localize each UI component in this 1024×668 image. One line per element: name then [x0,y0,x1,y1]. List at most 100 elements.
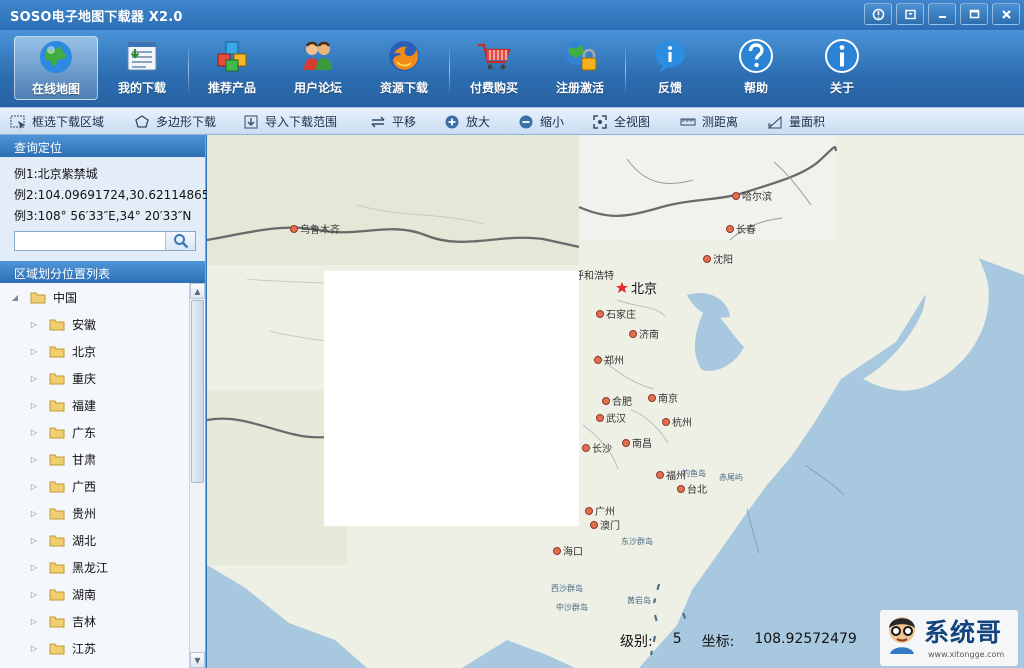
online-map-label: 在线地图 [31,82,80,96]
tree-node-label: 湖北 [72,534,97,548]
tree-node-province[interactable]: ▷ 江苏 [0,635,188,662]
zoom-out-label: 缩小 [540,115,565,129]
minimize-button[interactable] [928,3,956,25]
city-dot-icon [648,393,656,402]
city-label: 沈阳 [713,255,733,266]
expand-right-icon[interactable]: ▷ [29,509,39,518]
tree-scrollbar[interactable]: ▲ ▼ [189,283,205,668]
about-button[interactable]: 关于 [800,36,884,100]
import-range-button[interactable]: 导入下载范围 [243,112,337,131]
expand-right-icon[interactable]: ▷ [29,482,39,491]
tree-node-province[interactable]: ▷ 广西 [0,473,188,500]
city-marker[interactable]: 沈阳 [703,251,733,266]
tree-node-root[interactable]: ◢ 中国 [0,284,188,311]
expand-right-icon[interactable]: ▷ [29,320,39,329]
help-window-button[interactable] [864,3,892,25]
resource-download-button[interactable]: 资源下载 [362,36,446,100]
city-dot-icon [553,546,561,555]
scroll-thumb[interactable] [191,300,204,483]
expand-right-icon[interactable]: ▷ [29,563,39,572]
city-marker[interactable]: 郑州 [594,352,624,367]
zoom-level-label: 级别: [620,634,653,650]
tree-node-province[interactable]: ▷ 贵州 [0,500,188,527]
city-marker[interactable]: 广州 [585,503,615,518]
city-marker[interactable]: 杭州 [662,414,692,429]
expand-right-icon[interactable]: ▷ [29,590,39,599]
city-marker[interactable]: 长春 [726,221,756,236]
expand-right-icon[interactable]: ▷ [29,428,39,437]
import-label: 导入下载范围 [265,115,338,129]
city-marker[interactable]: 合肥 [602,393,632,408]
star-icon [616,281,628,293]
recommended-products-button[interactable]: 推荐产品 [190,36,274,100]
info-icon [825,39,859,73]
online-map-button[interactable]: 在线地图 [14,36,98,100]
measure-distance-button[interactable]: 测距离 [680,112,738,131]
polygon-download-button[interactable]: 多边形下载 [134,112,216,131]
city-marker[interactable]: 济南 [629,326,659,341]
tree-node-province[interactable]: ▷ 广东 [0,419,188,446]
region-tree: ◢ 中国 ▷ 安徽 ▷ 北京 ▷ 重庆 ▷ 福建 ▷ 广东 ▷ 甘肃 ▷ 广西 ▷ 贵州 ▷ 湖北 ▷ 黑龙江 ▷ 湖南 ▷ 吉林… [0,283,205,668]
close-button[interactable] [992,3,1020,25]
city-label: 石家庄 [606,310,636,321]
tree-node-province[interactable]: ▷ 安徽 [0,311,188,338]
maximize-icon [969,9,979,18]
city-marker[interactable]: 乌鲁木齐 [290,221,340,236]
location-search-box [14,231,196,251]
city-marker[interactable]: 武汉 [596,410,626,425]
feedback-button[interactable]: 反馈 [628,36,712,100]
about-label: 关于 [829,81,854,95]
city-marker[interactable]: 南京 [648,390,678,405]
location-search-input[interactable] [15,232,165,250]
help-button[interactable]: 帮助 [714,36,798,100]
restore-tray-button[interactable] [896,3,924,25]
measure-area-button[interactable]: 量面积 [767,112,825,131]
zoom-in-button[interactable]: 放大 [444,112,490,131]
tree-node-province[interactable]: ▷ 湖北 [0,527,188,554]
user-forum-button[interactable]: 用户论坛 [276,36,360,100]
city-marker[interactable]: 石家庄 [596,306,636,321]
city-label: 呼和浩特 [574,271,614,282]
expand-right-icon[interactable]: ▷ [29,374,39,383]
download-selection-area[interactable] [324,271,579,526]
map-view[interactable]: 乌鲁木齐 哈尔滨 长春 沈阳 呼和浩特 石家庄 济南 郑州 合肥 南京 武汉 杭州 长沙 南昌 福州 台北 广州… [207,135,1024,668]
my-downloads-button[interactable]: 我的下载 [100,36,184,100]
capital-marker[interactable]: 北京 [615,278,657,297]
search-button[interactable] [165,232,195,250]
purchase-button[interactable]: 付费购买 [452,36,536,100]
watermark-url: www.xitongge.com [928,650,1005,659]
expand-down-icon[interactable]: ◢ [10,293,20,302]
select-area-download-button[interactable]: 框选下载区域 [10,112,104,131]
query-panel: 例1:北京紫禁城 例2:104.09691724,30.62114865 例3:… [0,157,209,261]
city-label: 郑州 [604,356,624,367]
city-marker[interactable]: 台北 [677,481,707,496]
expand-right-icon[interactable]: ▷ [29,347,39,356]
tree-node-province[interactable]: ▷ 福建 [0,392,188,419]
city-marker[interactable]: 长沙 [582,440,612,455]
city-marker[interactable]: 哈尔滨 [732,188,772,203]
expand-right-icon[interactable]: ▷ [29,455,39,464]
city-marker[interactable]: 南昌 [622,435,652,450]
tree-node-province[interactable]: ▷ 湖南 [0,581,188,608]
tree-node-province[interactable]: ▷ 吉林 [0,608,188,635]
maximize-button[interactable] [960,3,988,25]
expand-right-icon[interactable]: ▷ [29,644,39,653]
scroll-down-button[interactable]: ▼ [190,652,205,668]
zoom-out-button[interactable]: 缩小 [518,112,564,131]
tree-node-province[interactable]: ▷ 黑龙江 [0,554,188,581]
full-view-button[interactable]: 全视图 [592,112,650,131]
pan-button[interactable]: 平移 [370,112,416,131]
city-marker[interactable]: 澳门 [590,517,620,532]
expand-right-icon[interactable]: ▷ [29,617,39,626]
expand-right-icon[interactable]: ▷ [29,536,39,545]
tree-node-province[interactable]: ▷ 重庆 [0,365,188,392]
expand-right-icon[interactable]: ▷ [29,401,39,410]
close-icon [1001,9,1011,19]
scroll-up-button[interactable]: ▲ [190,283,205,299]
tree-node-province[interactable]: ▷ 北京 [0,338,188,365]
city-marker[interactable]: 海口 [553,543,583,558]
folder-icon [49,480,65,493]
city-dot-icon [602,396,610,405]
register-activate-button[interactable]: 注册激活 [538,36,622,100]
tree-node-province[interactable]: ▷ 甘肃 [0,446,188,473]
